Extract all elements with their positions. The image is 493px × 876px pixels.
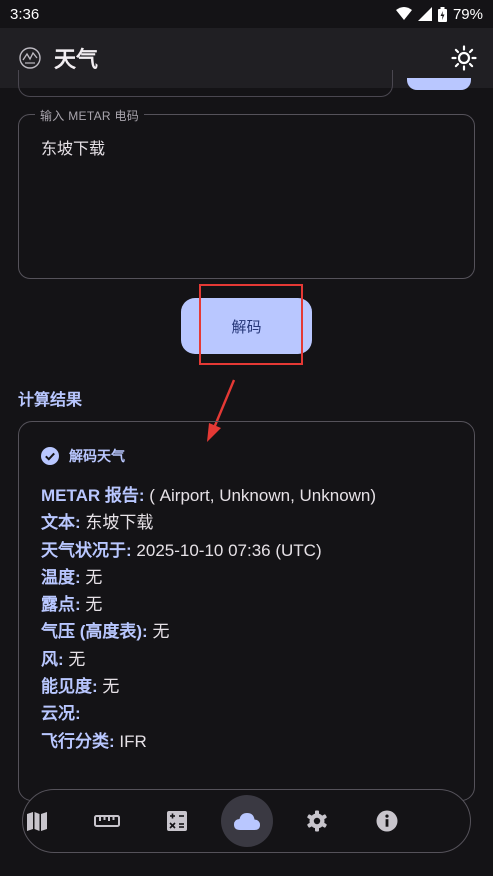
- result-lines: METAR 报告: ( Airport, Unknown, Unknown) 文…: [41, 482, 376, 755]
- settings-icon: [307, 810, 327, 832]
- result-line-wind: 风: 无: [41, 649, 86, 669]
- cloud-icon: [234, 813, 260, 830]
- section-title: 计算结果: [18, 392, 83, 409]
- nav-weather[interactable]: [221, 795, 273, 847]
- battery-icon: [437, 6, 447, 22]
- nav-settings[interactable]: [291, 795, 343, 847]
- previous-button[interactable]: [407, 78, 471, 90]
- nav-info[interactable]: [361, 795, 413, 847]
- result-card: 解码天气 METAR 报告: ( Airport, Unknown, Unkno…: [18, 421, 475, 801]
- result-line-temperature: 温度: 无: [41, 567, 103, 587]
- nav-map[interactable]: [11, 795, 63, 847]
- bottom-nav: [22, 789, 471, 853]
- metar-input-field[interactable]: 输入 METAR 电码 东坡下载: [18, 107, 475, 279]
- theme-toggle-icon[interactable]: [451, 45, 477, 71]
- decode-button[interactable]: 解码: [181, 298, 312, 354]
- calculator-icon: [167, 811, 187, 831]
- result-line-visibility: 能见度: 无: [41, 677, 120, 697]
- result-line-flight-category: 飞行分类: IFR: [41, 731, 147, 751]
- app-logo-icon: [19, 47, 41, 69]
- metar-input-label: 输入 METAR 电码: [35, 107, 145, 124]
- metar-input-value[interactable]: 东坡下载: [41, 135, 105, 159]
- result-card-header: 解码天气: [41, 446, 125, 466]
- signal-icon: [417, 7, 432, 21]
- result-card-title: 解码天气: [69, 448, 125, 464]
- result-line-text: 文本: 东坡下载: [41, 513, 154, 533]
- battery-level: 79%: [452, 5, 483, 23]
- result-line-pressure: 气压 (高度表): 无: [41, 622, 170, 642]
- wifi-icon: [395, 7, 412, 20]
- info-icon: [376, 810, 398, 832]
- ruler-icon: [94, 815, 120, 827]
- status-bar: 3:36 79%: [0, 0, 493, 28]
- previous-input-field[interactable]: [18, 70, 393, 97]
- status-icons: 79%: [395, 5, 483, 23]
- result-line-dewpoint: 露点: 无: [41, 595, 103, 615]
- status-time: 3:36: [10, 5, 40, 23]
- result-line-metar: METAR 报告: ( Airport, Unknown, Unknown): [41, 486, 377, 505]
- check-circle-icon: [41, 447, 59, 465]
- result-line-clouds: 云况:: [41, 704, 81, 724]
- nav-ruler[interactable]: [81, 795, 133, 847]
- result-line-observed: 天气状况于: 2025-10-10 07:36 (UTC): [41, 540, 322, 560]
- map-icon: [27, 812, 47, 831]
- nav-calculator[interactable]: [151, 795, 203, 847]
